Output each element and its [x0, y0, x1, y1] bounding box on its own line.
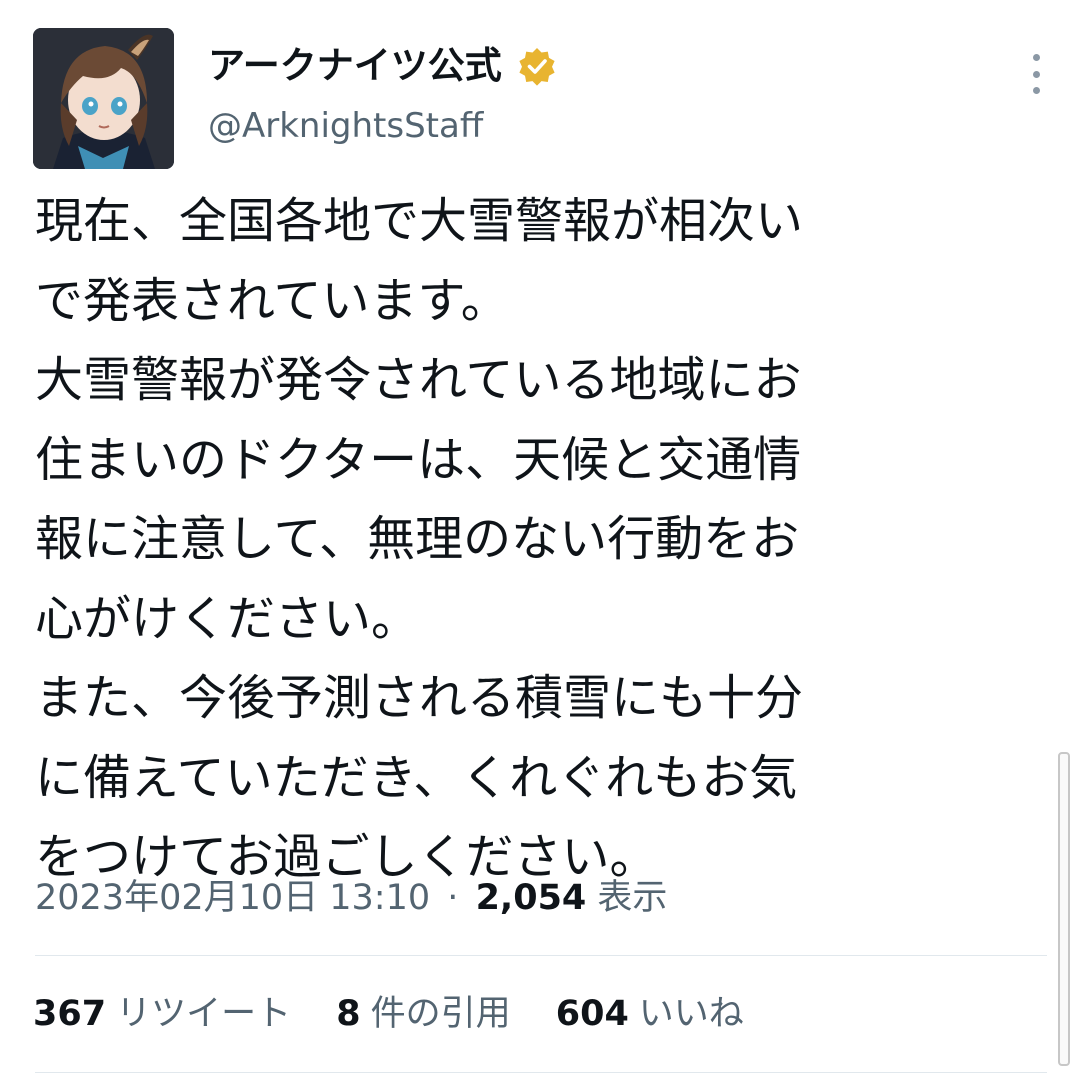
views-label: 表示	[597, 878, 668, 918]
likes-stat[interactable]: 604 いいね	[556, 990, 744, 1038]
verified-badge-icon	[517, 46, 557, 86]
divider	[35, 1072, 1047, 1073]
retweets-count: 367	[33, 994, 107, 1034]
tweet-text-line: 住まいのドクターは、天候と交通情	[35, 431, 802, 488]
tweet-text-line: 大雪警報が発令されている地域にお	[35, 352, 802, 408]
meta-separator: ·	[447, 878, 459, 918]
retweets-stat[interactable]: 367 リツイート	[33, 990, 291, 1038]
retweets-label: リツイート	[116, 994, 292, 1034]
tweet-text-line: に備えていただき、くれぐれもお気	[35, 749, 798, 806]
tweet-timestamp[interactable]: 2023年02月10日 13:10	[35, 878, 430, 918]
tweet-text-line: 報に注意して、無理のない行動をお	[35, 511, 800, 567]
tweet-text-line: また、今後予測される積雪にも十分	[35, 670, 804, 726]
tweet-header: アークナイツ公式 @ArknightsStaff	[33, 28, 1043, 173]
likes-count: 604	[555, 994, 629, 1034]
tweet-text-line: 現在、全国各地で大雪警報が相次い	[35, 193, 804, 249]
tweet-meta: 2023年02月10日 13:10 · 2,054 表示	[35, 874, 667, 922]
user-names: アークナイツ公式 @ArknightsStaff	[208, 42, 557, 148]
views-count: 2,054	[475, 878, 587, 918]
quotes-label: 件の引用	[370, 994, 511, 1034]
avatar[interactable]	[33, 28, 174, 169]
tweet-text-line: 心がけください。	[35, 590, 420, 647]
quotes-stat[interactable]: 8 件の引用	[336, 990, 510, 1038]
likes-label: いいね	[638, 994, 744, 1034]
scrollbar[interactable]	[1058, 752, 1070, 1066]
quotes-count: 8	[336, 994, 361, 1034]
display-name[interactable]: アークナイツ公式	[208, 42, 502, 90]
avatar-image	[33, 28, 174, 169]
user-handle[interactable]: @ArknightsStaff	[208, 104, 557, 148]
more-options-icon[interactable]	[1029, 54, 1043, 94]
tweet-text: 現在、全国各地で大雪警報が相次い で発表されています。 大雪警報が発令されている…	[35, 182, 1015, 898]
divider	[35, 955, 1047, 956]
tweet-stats: 367 リツイート 8 件の引用 604 いいね	[33, 990, 778, 1038]
tweet-text-line: で発表されています。	[35, 272, 509, 329]
